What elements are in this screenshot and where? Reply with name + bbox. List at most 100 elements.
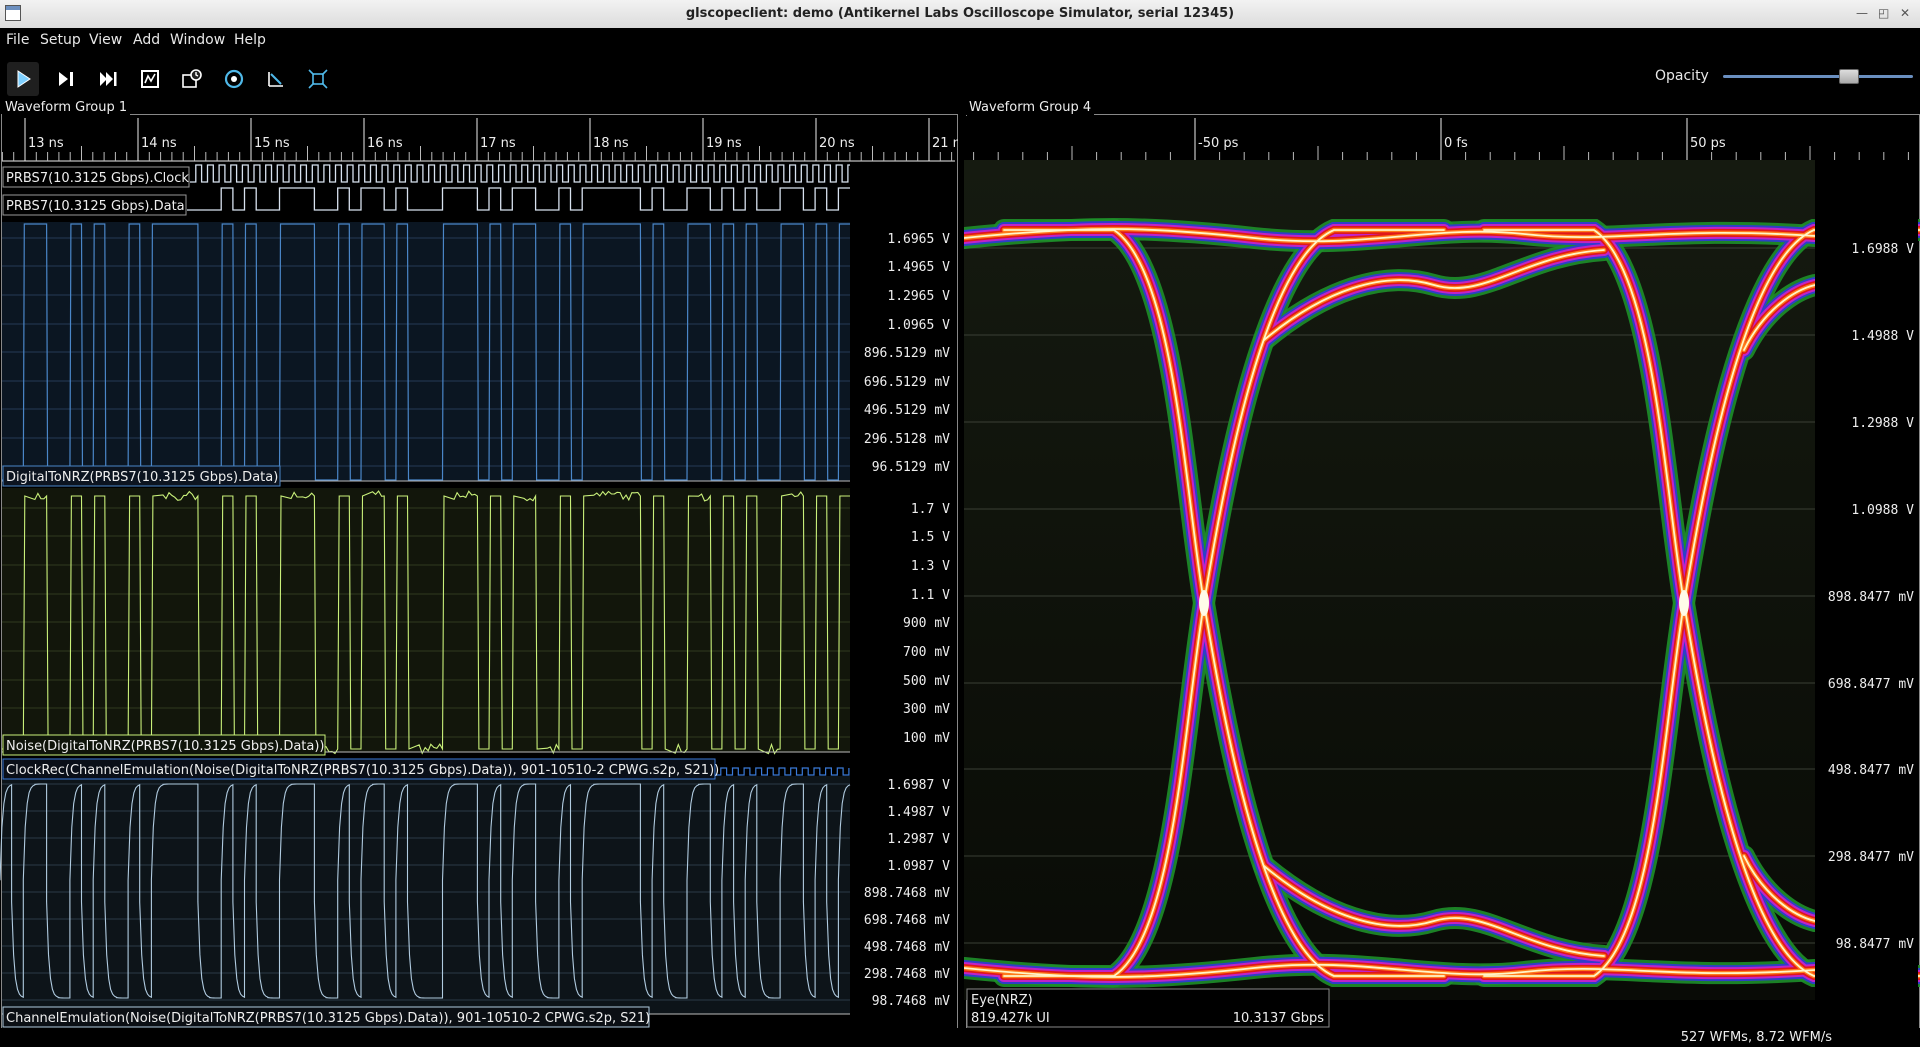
clear-sweeps-icon [265,68,287,90]
time-tick-label: 17 ns [480,136,516,151]
stop-trigger-button[interactable] [134,62,166,96]
time-tick-label: 20 ns [819,136,855,151]
channel-label-noise[interactable]: Noise(DigitalToNRZ(PRBS7(10.3125 Gbps).D… [6,739,325,754]
fullscreen-button[interactable] [302,62,334,96]
menu-bar: File Setup View Add Window Help [0,28,1920,54]
eye-time-tick-label: 0 fs [1444,136,1468,151]
eye-bitrate: 10.3137 Gbps [1233,1011,1324,1026]
eye-axis-label: 498.8477 mV [1828,763,1914,778]
nrz-axis-label: 1.4965 V [887,260,950,275]
noise-axis-label: 100 mV [903,731,950,746]
eye-axis-label: 1.4988 V [1851,329,1914,344]
eye-time-tick-label: 50 ps [1690,136,1726,151]
eye-axis-label: 698.8477 mV [1828,677,1914,692]
menu-view[interactable]: View [89,32,122,48]
channel-label-clock[interactable]: PRBS7(10.3125 Gbps).Clock [6,171,189,186]
waveform-area [0,165,850,1014]
play-icon [12,68,34,90]
opacity-label: Opacity [1655,68,1709,84]
window-title: glscopeclient: demo (Antikernel Labs Osc… [0,6,1920,21]
history-icon [181,68,203,90]
eye-axis-label: 298.8477 mV [1828,850,1914,865]
noise-axis-label: 1.1 V [911,588,950,603]
title-bar: glscopeclient: demo (Antikernel Labs Osc… [0,0,1920,29]
history-button[interactable] [176,62,208,96]
waveform-group-4-view[interactable]: -50 ps 0 fs 50 ps 1.6988 V 1.4988 V 1.2988 V… [964,108,1920,1028]
eye-axis-label: 98.8477 mV [1836,937,1914,952]
time-tick-label: 19 ns [706,136,742,151]
channel-label-chanemu[interactable]: ChannelEmulation(Noise(DigitalToNRZ(PRBS… [6,1011,650,1026]
minimize-icon[interactable]: — [1856,6,1868,20]
toolbar [0,54,1920,98]
clock-trace [190,165,850,182]
nrz-axis-label: 1.6965 V [887,232,950,247]
eye-ui-count: 819.427k UI [971,1011,1050,1026]
time-ruler[interactable]: 13 ns 14 ns 15 ns 16 ns 17 ns 18 ns 19 ns 20 ns… [2,116,958,162]
force-trigger-button[interactable] [92,62,124,96]
chanemu-panel [2,776,850,1014]
eye-crossing [1199,590,1209,616]
opacity-slider[interactable] [1723,75,1913,78]
eye-axis-label: 1.0988 V [1851,503,1914,518]
chanemu-axis-label: 98.7468 mV [872,994,950,1009]
step-icon [55,68,77,90]
time-tick-label: 16 ns [367,136,403,151]
noise-axis-label: 300 mV [903,702,950,717]
chanemu-axis-label: 298.7468 mV [864,967,950,982]
refresh-icon [223,68,245,90]
nrz-axis-label: 96.5129 mV [872,460,950,475]
eye-crossing [1679,590,1689,616]
noise-axis-label: 700 mV [903,645,950,660]
channel-label-clockrec[interactable]: ClockRec(ChannelEmulation(Noise(DigitalT… [6,763,719,778]
waveform-group-1-view[interactable]: 13 ns 14 ns 15 ns 16 ns 17 ns 18 ns 19 ns 20 ns… [0,108,958,1028]
force-icon [97,68,119,90]
run-continuous-button[interactable] [7,62,39,96]
menu-help[interactable]: Help [234,32,266,48]
chanemu-axis-label: 1.6987 V [887,778,950,793]
noise-axis-label: 1.3 V [911,559,950,574]
chanemu-axis-label: 1.4987 V [887,805,950,820]
status-text: 527 WFMs, 8.72 WFM/s [1681,1030,1832,1045]
fullscreen-icon [307,68,329,90]
channel-label-nrz[interactable]: DigitalToNRZ(PRBS7(10.3125 Gbps).Data) [6,470,278,485]
chanemu-axis-label: 1.2987 V [887,832,950,847]
chanemu-axis-label: 698.7468 mV [864,913,950,928]
eye-time-ruler[interactable]: -50 ps 0 fs 50 ps [966,116,1918,162]
clear-sweeps-button[interactable] [260,62,292,96]
eye-axis-label: 898.8477 mV [1828,590,1914,605]
menu-add[interactable]: Add [133,32,160,48]
nrz-axis-label: 896.5129 mV [864,346,950,361]
time-tick-label: 14 ns [141,136,177,151]
time-tick-label: 21 ns [932,136,958,151]
clockrec-trace [715,768,849,775]
time-tick-label: 13 ns [28,136,64,151]
noise-axis-label: 1.5 V [911,530,950,545]
chanemu-axis-label: 898.7468 mV [864,886,950,901]
menu-window[interactable]: Window [170,32,225,48]
nrz-axis-label: 1.0965 V [887,318,950,333]
nrz-axis-label: 496.5129 mV [864,403,950,418]
chanemu-axis-label: 498.7468 mV [864,940,950,955]
close-icon[interactable]: ✕ [1900,6,1910,20]
restore-icon[interactable]: ◰ [1878,6,1889,20]
status-bar: 527 WFMs, 8.72 WFM/s [0,1028,1920,1047]
vertical-axes: 1.6965 V 1.4965 V 1.2965 V 1.0965 V 896.5129… [864,232,950,1009]
eye-axis-label: 1.6988 V [1851,242,1914,257]
eye-info-box[interactable]: Eye(NRZ) 819.427k UI 10.3137 Gbps [967,989,1329,1027]
opacity-slider-handle[interactable] [1839,69,1859,84]
nrz-axis-label: 296.5128 mV [864,432,950,447]
menu-file[interactable]: File [6,32,29,48]
stop-icon [139,68,161,90]
eye-time-tick-label: -50 ps [1198,136,1239,151]
nrz-axis-label: 1.2965 V [887,289,950,304]
eye-axis-label: 1.2988 V [1851,416,1914,431]
menu-setup[interactable]: Setup [40,32,81,48]
refresh-settings-button[interactable] [218,62,250,96]
single-trigger-button[interactable] [50,62,82,96]
chanemu-axis-label: 1.0987 V [887,859,950,874]
time-tick-label: 15 ns [254,136,290,151]
time-tick-label: 18 ns [593,136,629,151]
noise-axis-label: 1.7 V [911,502,950,517]
channel-label-data[interactable]: PRBS7(10.3125 Gbps).Data [6,199,185,214]
noise-axis-label: 500 mV [903,674,950,689]
